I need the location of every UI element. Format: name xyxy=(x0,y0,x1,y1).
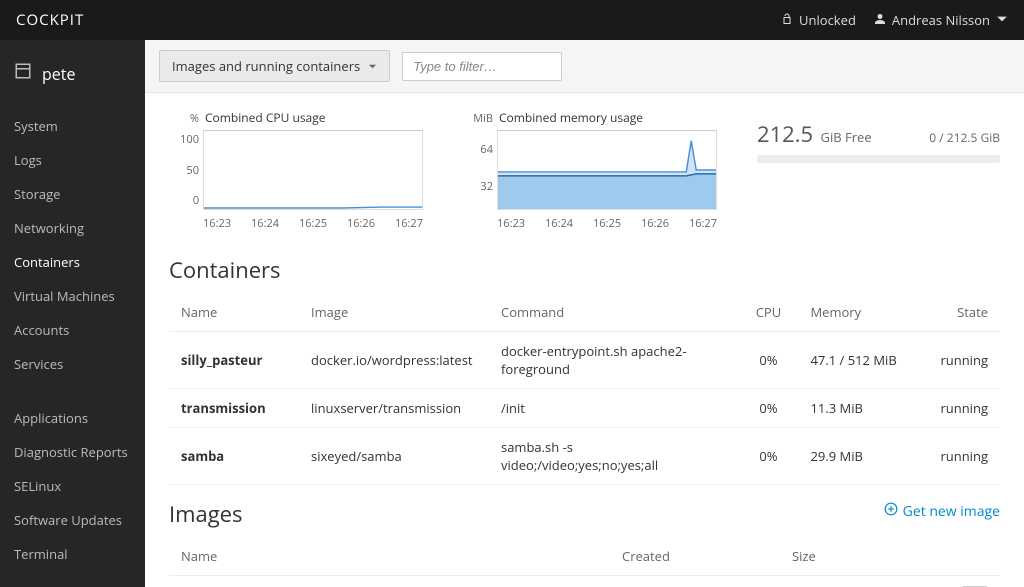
container-image: sixeyed/samba xyxy=(299,428,489,485)
cpu-unit: % xyxy=(169,111,199,126)
image-name: docker.io/wordpress:latest xyxy=(169,576,610,587)
dropdown-label: Images and running containers xyxy=(172,57,360,75)
storage-free-value: 212.5 xyxy=(757,119,813,149)
cpu-yaxis: 100 50 0 xyxy=(169,130,199,210)
host-selector[interactable]: pete xyxy=(0,52,145,103)
mem-xaxis: 16:23 16:24 16:25 16:26 16:27 xyxy=(463,216,717,231)
container-command: samba.sh -s video;/video;yes;no;yes;all xyxy=(489,428,738,485)
container-cpu: 0% xyxy=(738,428,798,485)
toolbar: Images and running containers xyxy=(145,40,1024,93)
container-state: running xyxy=(928,389,1000,428)
col-memory: Memory xyxy=(798,293,928,332)
col-name: Name xyxy=(169,293,299,332)
container-cpu: 0% xyxy=(738,389,798,428)
table-row[interactable]: sambasixeyed/sambasamba.sh -s video;/vid… xyxy=(169,428,1000,485)
sidebar-item-terminal[interactable]: Terminal xyxy=(0,537,145,571)
container-image: docker.io/wordpress:latest xyxy=(299,332,489,389)
mem-title: Combined memory usage xyxy=(499,109,643,126)
container-state: running xyxy=(928,332,1000,389)
unlock-icon xyxy=(781,11,793,29)
plus-circle-icon xyxy=(884,502,898,521)
container-memory: 47.1 / 512 MiB xyxy=(798,332,928,389)
main: Images and running containers % Combined… xyxy=(145,40,1024,587)
cpu-plot xyxy=(203,130,423,210)
container-name: samba xyxy=(169,428,299,485)
container-command: /init xyxy=(489,389,738,428)
table-row[interactable]: transmissionlinuxserver/transmission/ini… xyxy=(169,389,1000,428)
container-name: silly_pasteur xyxy=(169,332,299,389)
container-cpu: 0% xyxy=(738,332,798,389)
filter-input[interactable] xyxy=(402,52,562,81)
view-filter-dropdown[interactable]: Images and running containers xyxy=(159,50,390,82)
col-command: Command xyxy=(489,293,738,332)
image-size: 388.4 MiB xyxy=(780,576,950,587)
storage-total: 0 / 212.5 GiB xyxy=(929,129,1000,146)
sidebar-item-diagnostic-reports[interactable]: Diagnostic Reports xyxy=(0,435,145,469)
col-image: Image xyxy=(299,293,489,332)
mem-yaxis: 64 32 xyxy=(463,130,493,210)
container-name: transmission xyxy=(169,389,299,428)
sidebar-item-services[interactable]: Services xyxy=(0,347,145,381)
lock-label: Unlocked xyxy=(799,11,856,29)
storage-summary: 212.5 GiB Free 0 / 212.5 GiB xyxy=(757,109,1000,163)
host-name: pete xyxy=(42,63,75,85)
memory-chart: MiB Combined memory usage 64 32 xyxy=(463,109,717,231)
sidebar-item-logs[interactable]: Logs xyxy=(0,143,145,177)
containers-heading: Containers xyxy=(169,255,1000,285)
cpu-title: Combined CPU usage xyxy=(205,109,325,126)
brand-label: COCKPIT xyxy=(16,10,84,30)
mem-unit: MiB xyxy=(463,111,493,126)
image-created: 19 hours ago xyxy=(610,576,780,587)
user-icon xyxy=(874,11,886,29)
container-state: running xyxy=(928,428,1000,485)
table-row[interactable]: docker.io/wordpress:latest19 hours ago38… xyxy=(169,576,1000,587)
storage-bar xyxy=(757,155,1000,163)
sidebar-item-system[interactable]: System xyxy=(0,109,145,143)
images-heading: Images xyxy=(169,499,243,529)
container-memory: 11.3 MiB xyxy=(798,389,928,428)
mem-plot xyxy=(497,130,717,210)
col-created: Created xyxy=(610,537,780,576)
host-icon xyxy=(14,62,32,85)
sidebar: pete SystemLogsStorageNetworkingContaine… xyxy=(0,40,145,587)
chevron-down-icon xyxy=(996,11,1008,29)
sidebar-item-storage[interactable]: Storage xyxy=(0,177,145,211)
col-state: State xyxy=(928,293,1000,332)
get-new-label: Get new image xyxy=(903,502,1000,521)
user-menu[interactable]: Andreas Nilsson xyxy=(874,11,1008,29)
lock-status[interactable]: Unlocked xyxy=(781,11,856,29)
sidebar-item-accounts[interactable]: Accounts xyxy=(0,313,145,347)
container-memory: 29.9 MiB xyxy=(798,428,928,485)
sidebar-item-selinux[interactable]: SELinux xyxy=(0,469,145,503)
sidebar-item-virtual-machines[interactable]: Virtual Machines xyxy=(0,279,145,313)
col-size: Size xyxy=(780,537,950,576)
containers-table: Name Image Command CPU Memory State sill… xyxy=(169,293,1000,485)
user-name: Andreas Nilsson xyxy=(892,11,990,29)
sidebar-item-containers[interactable]: Containers xyxy=(0,245,145,279)
cpu-xaxis: 16:23 16:24 16:25 16:26 16:27 xyxy=(169,216,423,231)
sidebar-item-software-updates[interactable]: Software Updates xyxy=(0,503,145,537)
container-command: docker-entrypoint.sh apache2-foreground xyxy=(489,332,738,389)
images-table: Name Created Size docker.io/wordpress:la… xyxy=(169,537,1000,587)
get-new-image-link[interactable]: Get new image xyxy=(884,502,1000,521)
sidebar-item-applications[interactable]: Applications xyxy=(0,401,145,435)
col-cpu: CPU xyxy=(738,293,798,332)
table-row[interactable]: silly_pasteurdocker.io/wordpress:latestd… xyxy=(169,332,1000,389)
container-image: linuxserver/transmission xyxy=(299,389,489,428)
storage-free-unit: GiB Free xyxy=(821,128,872,146)
chevron-down-icon xyxy=(368,57,377,75)
cpu-chart: % Combined CPU usage 100 50 0 xyxy=(169,109,423,231)
topbar: COCKPIT Unlocked Andreas Nilsson xyxy=(0,0,1024,40)
sidebar-item-networking[interactable]: Networking xyxy=(0,211,145,245)
col-name: Name xyxy=(169,537,610,576)
